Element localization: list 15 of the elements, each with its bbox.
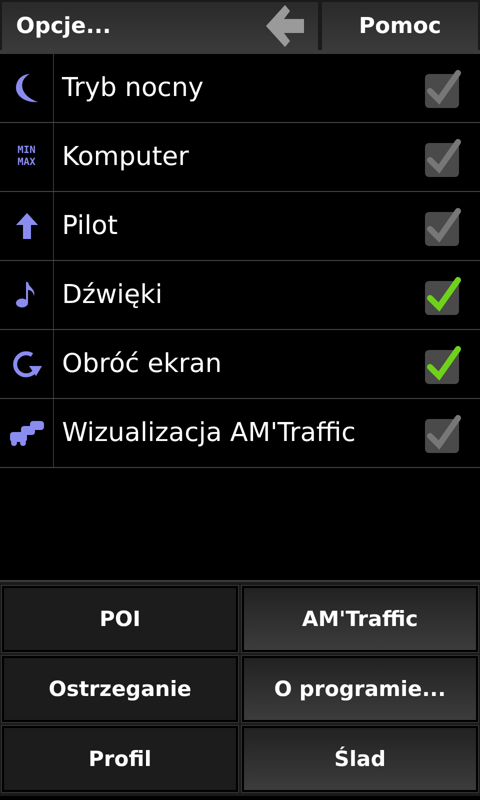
option-label: Pilot [61,211,119,241]
menu-button[interactable]: Ślad [242,726,478,792]
option-label: Obróć ekran [61,349,223,379]
menu-button[interactable]: O programie... [242,656,478,722]
min-max-icon: MIN MAX [17,145,36,169]
option-label: Tryb nocny [60,73,204,103]
option-label: Komputer [61,142,190,172]
menu-button[interactable]: POI [2,586,238,652]
help-button[interactable]: Pomoc [322,2,478,50]
option-label: Wizualizacja AM'Traffic [61,418,357,448]
menu-button[interactable]: AM'Traffic [242,586,478,652]
menu-button[interactable]: Ostrzeganie [2,656,238,722]
option-label: Dźwięki [61,280,164,310]
menu-button[interactable]: Profil [2,726,238,792]
screen-title: Opcje... [16,14,112,38]
